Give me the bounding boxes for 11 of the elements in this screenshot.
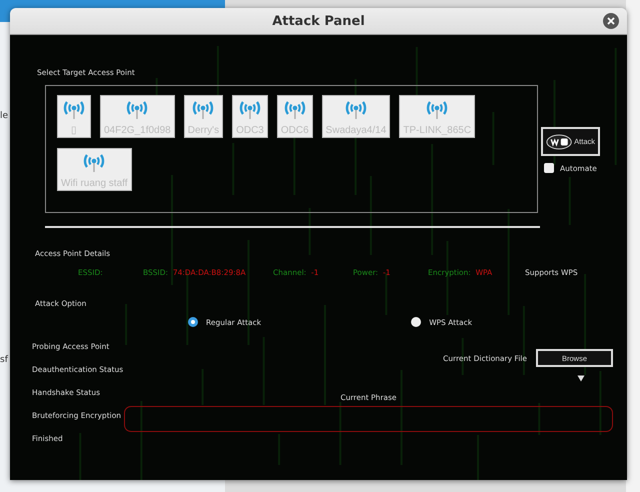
close-button[interactable] bbox=[603, 13, 619, 29]
cut-off-text: sf bbox=[0, 354, 8, 366]
radio-button[interactable] bbox=[411, 317, 422, 327]
access-point-tile[interactable]: ▯ bbox=[57, 95, 91, 138]
dropdown-arrow-icon[interactable] bbox=[577, 375, 585, 382]
window-title: Attack Panel bbox=[272, 14, 365, 28]
close-icon bbox=[606, 16, 616, 26]
wifi-logo-icon bbox=[546, 132, 572, 150]
checkbox[interactable] bbox=[544, 163, 554, 173]
cut-off-text: le bbox=[0, 110, 8, 122]
radio-button[interactable] bbox=[188, 317, 198, 327]
